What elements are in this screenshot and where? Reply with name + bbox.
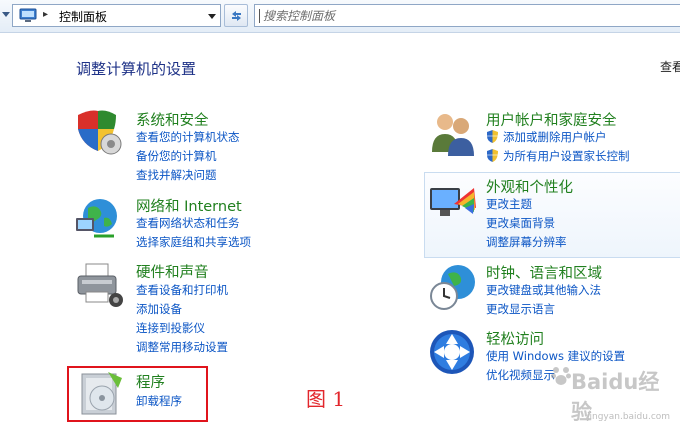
- category-title-user-accounts[interactable]: 用户帐户和家庭安全: [486, 109, 617, 130]
- category-title-hardware-sound[interactable]: 硬件和声音: [136, 261, 209, 282]
- link-add-device[interactable]: 添加设备: [136, 301, 182, 317]
- link-network-status[interactable]: 查看网络状态和任务: [136, 215, 240, 231]
- control-panel-icon: [19, 8, 37, 22]
- link-optimize-video[interactable]: 优化视频显示: [486, 367, 555, 383]
- link-backup-computer[interactable]: 备份您的计算机: [136, 148, 217, 164]
- refresh-icon: [232, 11, 241, 21]
- category-title-appearance[interactable]: 外观和个性化: [486, 176, 573, 197]
- link-devices-printers[interactable]: 查看设备和打印机: [136, 282, 228, 298]
- printer-icon[interactable]: [74, 260, 124, 310]
- users-icon[interactable]: [428, 108, 478, 158]
- highlight-box: [67, 366, 208, 422]
- page-title: 调整计算机的设置: [76, 60, 197, 78]
- security-shield-icon[interactable]: [74, 107, 124, 157]
- address-toolbar: ▸ 控制面板: [0, 0, 680, 33]
- category-title-network-internet[interactable]: 网络和 Internet: [136, 195, 242, 216]
- clock-globe-icon[interactable]: [428, 262, 478, 312]
- breadcrumb-separator[interactable]: ▸: [43, 9, 48, 20]
- link-label[interactable]: 添加或删除用户帐户: [503, 130, 607, 144]
- network-globe-icon[interactable]: [74, 194, 124, 244]
- category-title-ease-of-access[interactable]: 轻松访问: [486, 328, 544, 349]
- link-change-display-language[interactable]: 更改显示语言: [486, 301, 555, 317]
- link-label[interactable]: 为所有用户设置家长控制: [503, 149, 630, 163]
- link-troubleshoot[interactable]: 查找并解决问题: [136, 167, 217, 183]
- search-input[interactable]: [263, 7, 663, 24]
- category-title-clock-region[interactable]: 时钟、语言和区域: [486, 262, 602, 283]
- link-adjust-resolution[interactable]: 调整屏幕分辨率: [486, 234, 567, 250]
- address-history-dropdown[interactable]: [208, 14, 216, 19]
- paw-icon: [551, 367, 571, 385]
- display-palette-icon[interactable]: [428, 180, 478, 230]
- search-box[interactable]: [254, 4, 680, 27]
- recent-pages-dropdown[interactable]: [2, 12, 10, 17]
- link-add-remove-accounts[interactable]: 添加或删除用户帐户: [486, 129, 607, 145]
- view-by-label[interactable]: 查看: [660, 58, 680, 75]
- breadcrumb-control-panel[interactable]: 控制面板: [59, 8, 107, 25]
- category-title-system-security[interactable]: 系统和安全: [136, 109, 209, 130]
- uac-shield-icon: [487, 130, 498, 143]
- text-cursor: [259, 9, 260, 23]
- ease-of-access-icon[interactable]: [428, 328, 478, 378]
- baidu-watermark: Baidu经验 jingyan.baidu.com: [551, 358, 679, 432]
- link-parental-controls[interactable]: 为所有用户设置家长控制: [486, 148, 630, 164]
- uac-shield-icon: [487, 149, 498, 162]
- refresh-button[interactable]: [224, 4, 248, 27]
- link-mobility-settings[interactable]: 调整常用移动设置: [136, 339, 228, 355]
- link-change-keyboard[interactable]: 更改键盘或其他输入法: [486, 282, 601, 298]
- link-homegroup-sharing[interactable]: 选择家庭组和共享选项: [136, 234, 251, 250]
- figure-label: 图 1: [306, 387, 346, 411]
- watermark-url: jingyan.baidu.com: [587, 412, 671, 422]
- link-connect-projector[interactable]: 连接到投影仪: [136, 320, 205, 336]
- link-change-theme[interactable]: 更改主题: [486, 196, 532, 212]
- address-bar[interactable]: ▸ 控制面板: [12, 4, 221, 27]
- link-change-desktop-background[interactable]: 更改桌面背景: [486, 215, 555, 231]
- link-view-computer-status[interactable]: 查看您的计算机状态: [136, 129, 240, 145]
